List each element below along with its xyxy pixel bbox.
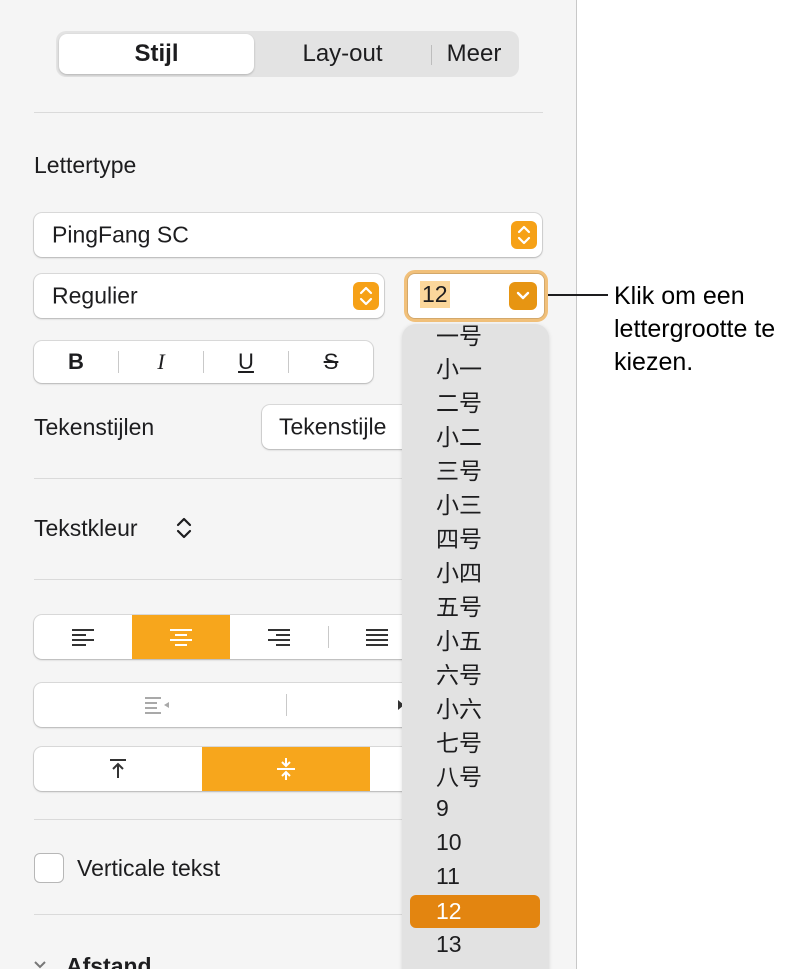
menu-item[interactable]: 10 xyxy=(410,826,540,859)
justify-icon xyxy=(365,629,388,646)
align-middle-icon xyxy=(277,758,295,780)
menu-item[interactable]: 二号 xyxy=(410,384,540,417)
menu-item[interactable]: 小五 xyxy=(410,622,540,655)
tab-style[interactable]: Stijl xyxy=(59,34,254,74)
menu-item[interactable]: 三号 xyxy=(410,452,540,485)
vertical-alignment-buttons xyxy=(34,747,434,791)
font-family-value: PingFang SC xyxy=(52,221,189,248)
align-top-icon xyxy=(110,759,126,778)
font-size-menu: 一号 小一 二号 小二 三号 小三 四号 小四 五号 小五 六号 小六 七号 八… xyxy=(402,324,549,969)
font-style-popup[interactable]: Regulier xyxy=(34,274,384,318)
text-format-buttons: B I U S xyxy=(34,341,373,383)
font-style-value: Regulier xyxy=(52,282,138,309)
vertical-text-label: Verticale tekst xyxy=(77,855,221,881)
strikethrough-button[interactable]: S xyxy=(289,341,373,383)
menu-item-selected[interactable]: 12 xyxy=(410,895,540,928)
menu-item[interactable]: 小四 xyxy=(410,554,540,587)
text-color-label: Tekstkleur xyxy=(34,515,138,541)
up-down-chevron-icon[interactable] xyxy=(176,516,192,540)
indent-buttons xyxy=(34,683,434,727)
section-divider xyxy=(34,112,543,113)
vertical-text-checkbox[interactable] xyxy=(34,853,64,883)
menu-item[interactable]: 小三 xyxy=(410,486,540,519)
bold-button[interactable]: B xyxy=(34,341,118,383)
character-styles-label: Tekenstijlen xyxy=(34,414,155,440)
tab-more[interactable]: Meer xyxy=(432,34,516,74)
decrease-indent-icon xyxy=(145,697,169,714)
align-left-button[interactable] xyxy=(34,615,132,659)
menu-item[interactable]: 小一 xyxy=(410,350,540,383)
menu-item[interactable]: 9 xyxy=(410,792,540,825)
chevron-down-icon xyxy=(516,291,530,300)
font-section-title: Lettertype xyxy=(34,152,137,178)
menu-item[interactable]: 四号 xyxy=(410,520,540,553)
menu-item[interactable]: 一号 xyxy=(410,324,540,350)
callout-text: Klik om een lettergrootte te kiezen. xyxy=(614,282,776,376)
menu-item[interactable]: 七号 xyxy=(410,724,540,757)
menu-item[interactable]: 小六 xyxy=(410,690,540,723)
menu-item[interactable]: 八号 xyxy=(410,758,540,791)
disclosure-chevron-icon[interactable] xyxy=(32,959,48,969)
align-left-icon xyxy=(72,629,94,646)
callout-line xyxy=(548,294,608,296)
menu-item[interactable]: 小二 xyxy=(410,418,540,451)
spacing-section-title[interactable]: Afstand xyxy=(66,953,152,969)
menu-item[interactable]: 13 xyxy=(410,928,540,961)
up-down-chevron-icon xyxy=(511,221,537,249)
font-size-dropdown-button[interactable] xyxy=(509,282,537,310)
align-right-icon xyxy=(268,629,290,646)
up-down-chevron-icon xyxy=(353,282,379,310)
format-tabs: Stijl Lay-out Meer xyxy=(56,31,519,77)
align-center-button[interactable] xyxy=(132,615,230,659)
menu-item[interactable]: 11 xyxy=(410,860,540,893)
italic-button[interactable]: I xyxy=(119,341,203,383)
align-top-button[interactable] xyxy=(34,747,202,791)
align-right-button[interactable] xyxy=(230,615,328,659)
tab-layout[interactable]: Lay-out xyxy=(254,34,431,74)
font-size-value[interactable]: 12 xyxy=(420,281,450,308)
underline-button[interactable]: U xyxy=(204,341,288,383)
menu-item[interactable]: 六号 xyxy=(410,656,540,689)
alignment-buttons xyxy=(34,615,434,659)
menu-item[interactable]: 五号 xyxy=(410,588,540,621)
font-family-popup[interactable]: PingFang SC xyxy=(34,213,542,257)
align-middle-button[interactable] xyxy=(202,747,370,791)
character-styles-value: Tekenstijle xyxy=(279,413,387,440)
font-size-field[interactable]: 12 xyxy=(408,274,544,318)
decrease-indent-button[interactable] xyxy=(34,683,286,727)
align-center-icon xyxy=(170,629,192,646)
